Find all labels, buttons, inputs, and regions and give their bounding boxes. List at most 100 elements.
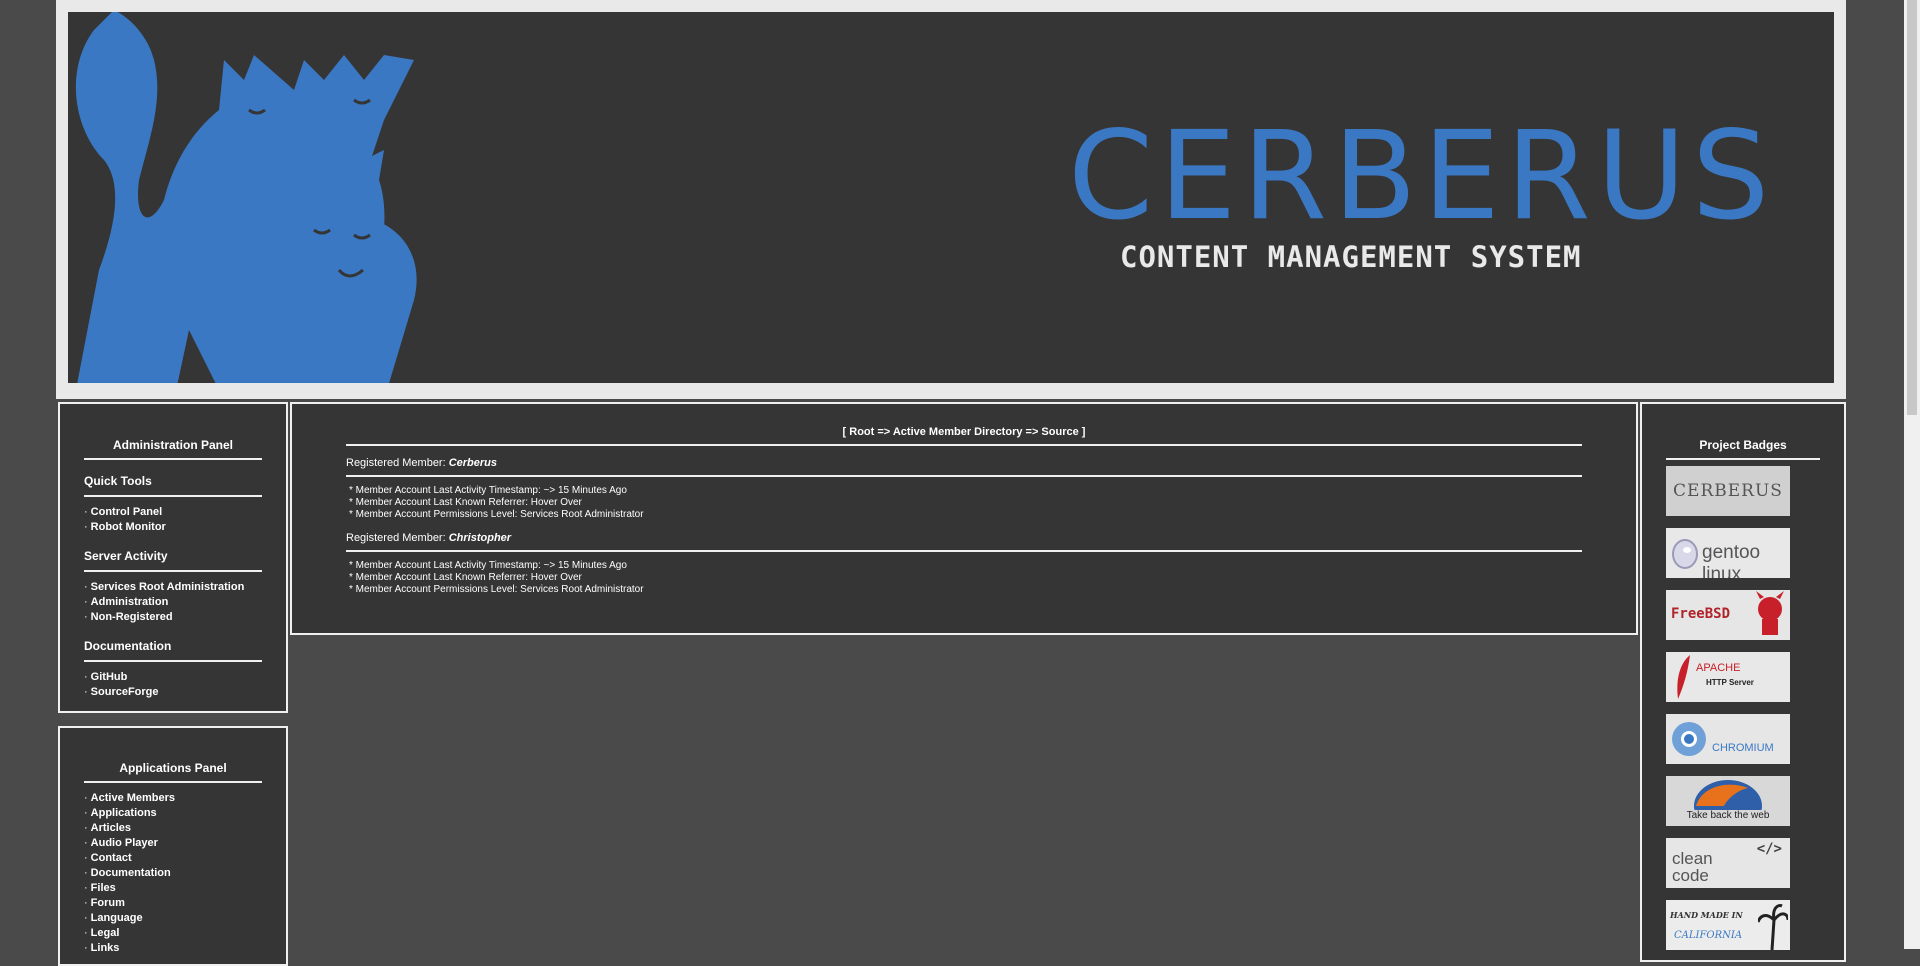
firefox-badge[interactable]: Take back the web bbox=[1666, 776, 1790, 826]
administration-panel: Administration Panel Quick Tools · Contro… bbox=[58, 402, 288, 713]
member-detail-line: * Member Account Last Known Referrer: Ho… bbox=[349, 572, 582, 583]
bullet-icon: · bbox=[84, 822, 88, 834]
bullet-icon: · bbox=[84, 596, 88, 608]
chromium-badge[interactable]: CHROMIUM bbox=[1666, 714, 1790, 764]
divider bbox=[346, 550, 1582, 552]
nav-link-label: GitHub bbox=[90, 671, 128, 683]
bullet-icon: · bbox=[84, 912, 88, 924]
nav-link-language[interactable]: · Language bbox=[84, 911, 262, 926]
nav-link-forum[interactable]: · Forum bbox=[84, 896, 262, 911]
nav-link-control-panel[interactable]: · Control Panel bbox=[84, 505, 262, 520]
member-details: * Member Account Last Activity Timestamp… bbox=[349, 485, 1582, 521]
nav-link-sourceforge[interactable]: · SourceForge bbox=[84, 685, 262, 700]
member-detail-line: * Member Account Permissions Level: Serv… bbox=[349, 509, 644, 520]
nav-link-administration[interactable]: · Administration bbox=[84, 595, 262, 610]
divider bbox=[1666, 458, 1820, 460]
bullet-icon: · bbox=[84, 942, 88, 954]
nav-link-label: Documentation bbox=[90, 867, 171, 879]
breadcrumb: [ Root => Active Member Directory => Sou… bbox=[842, 426, 1086, 438]
divider bbox=[346, 444, 1582, 446]
nav-link-label: Forum bbox=[90, 897, 125, 909]
nav-link-label: Language bbox=[90, 912, 143, 924]
nav-link-label: Non-Registered bbox=[90, 611, 173, 623]
nav-link-files[interactable]: · Files bbox=[84, 881, 262, 896]
member-detail-line: * Member Account Permissions Level: Serv… bbox=[349, 584, 644, 595]
member-prefix: Registered Member: bbox=[346, 457, 449, 469]
bullet-icon: · bbox=[84, 882, 88, 894]
header-banner: CERBERUS CONTENT MANAGEMENT SYSTEM bbox=[56, 0, 1846, 399]
bullet-icon: · bbox=[84, 852, 88, 864]
nav-link-label: Active Members bbox=[90, 792, 176, 804]
badge-sublabel: HTTP Server bbox=[1706, 678, 1754, 687]
divider bbox=[84, 458, 262, 460]
divider bbox=[346, 475, 1582, 477]
nav-link-label: Services Root Administration bbox=[90, 581, 245, 593]
code-brackets-icon: </> bbox=[1756, 841, 1782, 857]
divider bbox=[84, 781, 262, 783]
nav-link-label: Administration bbox=[90, 596, 169, 608]
badge-label: CERBERUS bbox=[1673, 481, 1783, 501]
logo-subtitle: CONTENT MANAGEMENT SYSTEM bbox=[1120, 240, 1582, 274]
nav-link-label: Files bbox=[90, 882, 116, 894]
applications-panel: Applications Panel · Active Members · Appl… bbox=[58, 726, 288, 966]
member-heading: Registered Member: Cerberus bbox=[346, 457, 1582, 469]
panel-title: Project Badges bbox=[1699, 438, 1787, 452]
nav-link-label: Audio Player bbox=[90, 837, 158, 849]
freebsd-badge[interactable]: FreeBSD bbox=[1666, 590, 1790, 640]
apache-badge[interactable]: APACHE HTTP Server bbox=[1666, 652, 1790, 702]
member-name-link[interactable]: Christopher bbox=[449, 532, 511, 544]
nav-link-label: Control Panel bbox=[90, 506, 163, 518]
nav-link-label: Legal bbox=[90, 927, 120, 939]
logo-title: CERBERUS bbox=[1068, 105, 1776, 247]
nav-link-services-root-administration[interactable]: · Services Root Administration bbox=[84, 580, 262, 595]
nav-link-applications[interactable]: · Applications bbox=[84, 806, 262, 821]
nav-link-label: SourceForge bbox=[90, 686, 159, 698]
divider bbox=[84, 660, 262, 662]
member-detail-line: * Member Account Last Known Referrer: Ho… bbox=[349, 497, 582, 508]
section-heading-documentation: Documentation bbox=[84, 639, 172, 653]
quick-tools-list: · Control Panel · Robot Monitor bbox=[84, 505, 262, 535]
server-activity-list: · Services Root Administration · Administr… bbox=[84, 580, 262, 625]
member-detail-line: * Member Account Last Activity Timestamp… bbox=[349, 560, 627, 571]
bullet-icon: · bbox=[84, 927, 88, 939]
page: CERBERUS CONTENT MANAGEMENT SYSTEM Admin… bbox=[56, 0, 1846, 966]
banner-inner: CERBERUS CONTENT MANAGEMENT SYSTEM bbox=[68, 12, 1834, 383]
bullet-icon: · bbox=[84, 807, 88, 819]
gentoo-badge[interactable]: gentoo linux bbox=[1666, 528, 1790, 578]
california-badge[interactable]: HAND MADE IN CALIFORNIA bbox=[1666, 900, 1790, 950]
nav-link-label: Applications bbox=[90, 807, 157, 819]
nav-link-audio-player[interactable]: · Audio Player bbox=[84, 836, 262, 851]
gentoo-logo-icon bbox=[1672, 539, 1698, 569]
nav-link-articles[interactable]: · Articles bbox=[84, 821, 262, 836]
nav-link-label: Robot Monitor bbox=[90, 521, 166, 533]
nav-link-label: Contact bbox=[90, 852, 132, 864]
documentation-list: · GitHub · SourceForge bbox=[84, 670, 262, 700]
badge-label: Take back the web bbox=[1686, 810, 1770, 821]
chromium-logo-icon bbox=[1672, 722, 1706, 756]
nav-link-legal[interactable]: · Legal bbox=[84, 926, 262, 941]
section-heading-quick-tools: Quick Tools bbox=[84, 474, 152, 488]
nav-link-non-registered[interactable]: · Non-Registered bbox=[84, 610, 262, 625]
cerberus-badge[interactable]: CERBERUS bbox=[1666, 466, 1790, 516]
member-prefix: Registered Member: bbox=[346, 532, 449, 544]
badge-label: APACHE bbox=[1696, 662, 1741, 674]
firefox-logo-icon bbox=[1694, 780, 1762, 810]
badge-label: gentoo linux bbox=[1702, 542, 1761, 578]
cerberus-mascot-icon bbox=[75, 12, 417, 383]
bullet-icon: · bbox=[84, 792, 88, 804]
member-name-link[interactable]: Cerberus bbox=[449, 457, 497, 469]
nav-link-documentation[interactable]: · Documentation bbox=[84, 866, 262, 881]
apache-feather-icon bbox=[1677, 655, 1690, 699]
nav-link-robot-monitor[interactable]: · Robot Monitor bbox=[84, 520, 262, 535]
panel-title: Applications Panel bbox=[119, 761, 227, 775]
bullet-icon: · bbox=[84, 837, 88, 849]
bullet-icon: · bbox=[84, 521, 88, 533]
divider bbox=[84, 570, 262, 572]
bullet-icon: · bbox=[84, 581, 88, 593]
page-scrollbar[interactable] bbox=[1904, 0, 1920, 949]
nav-link-github[interactable]: · GitHub bbox=[84, 670, 262, 685]
clean-code-badge[interactable]: clean code </> bbox=[1666, 838, 1790, 888]
scrollbar-thumb[interactable] bbox=[1907, 0, 1917, 415]
nav-link-active-members[interactable]: · Active Members bbox=[84, 791, 262, 806]
nav-link-contact[interactable]: · Contact bbox=[84, 851, 262, 866]
